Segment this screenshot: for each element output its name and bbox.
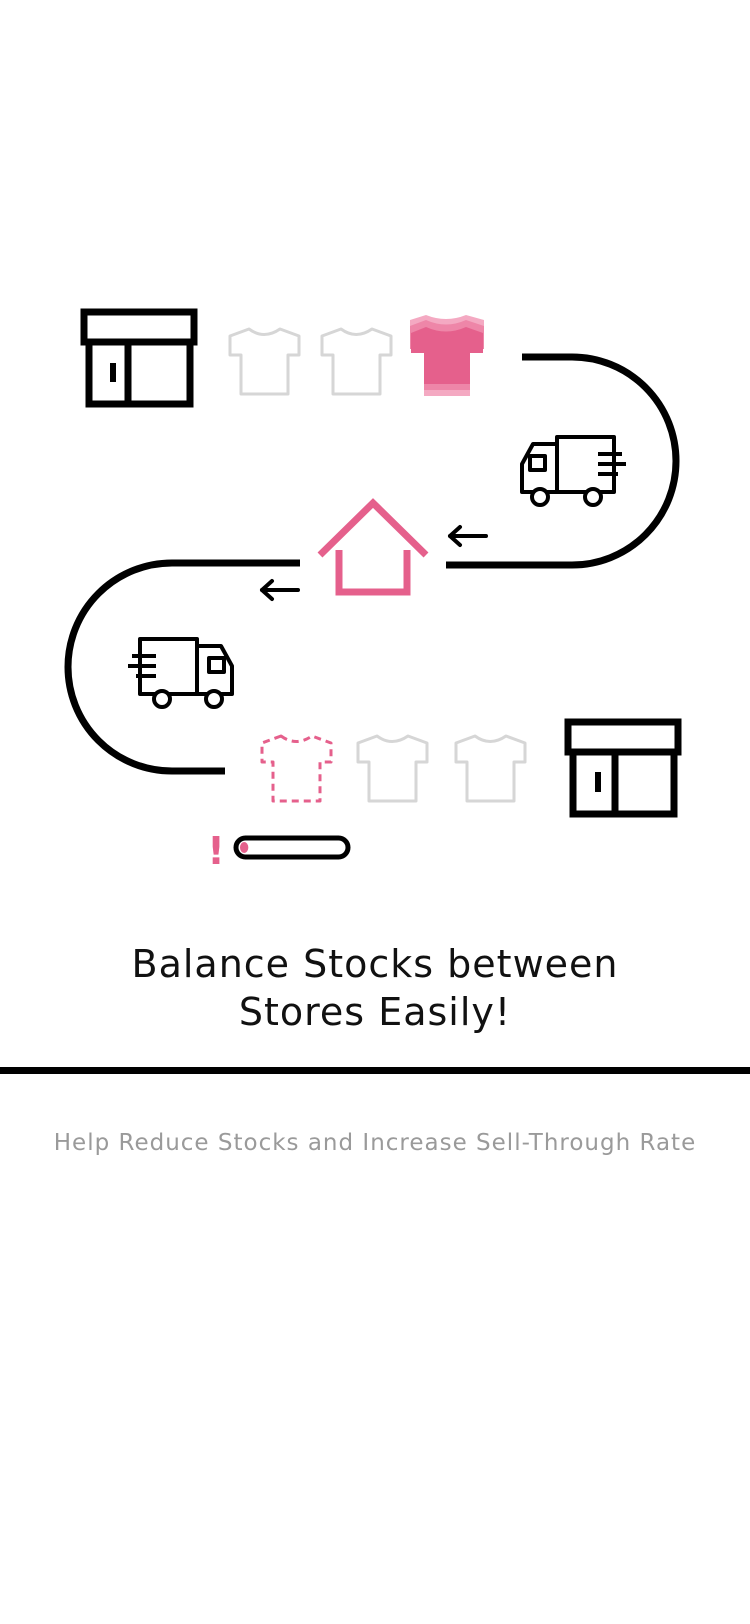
tshirt-outline-icon xyxy=(454,734,527,803)
exclamation-icon: ! xyxy=(207,829,224,873)
headline-line-1: Balance Stocks between xyxy=(131,942,619,986)
tshirt-outline-icon xyxy=(356,734,429,803)
divider xyxy=(0,1067,750,1074)
tshirt-dashed-icon xyxy=(260,734,333,803)
delivery-truck-icon xyxy=(520,435,626,507)
tshirt-stack-filled-icon xyxy=(410,315,484,396)
tshirt-outline-icon xyxy=(320,327,393,396)
left-arrow-icon xyxy=(448,525,488,547)
headline-line-2: Stores Easily! xyxy=(238,990,512,1034)
store-icon xyxy=(564,718,682,818)
delivery-truck-icon xyxy=(128,637,234,709)
tshirt-outline-icon xyxy=(228,327,301,396)
stock-transfer-illustration: ! xyxy=(64,308,682,873)
warehouse-icon xyxy=(317,498,429,596)
route-path xyxy=(64,353,680,775)
stock-level-bar xyxy=(233,835,351,860)
left-arrow-icon xyxy=(260,579,300,601)
headline: Balance Stocks between Stores Easily! xyxy=(0,940,750,1036)
store-icon xyxy=(80,308,198,408)
stock-level-fill xyxy=(240,842,249,853)
subtitle: Help Reduce Stocks and Increase Sell-Thr… xyxy=(53,1130,697,1156)
